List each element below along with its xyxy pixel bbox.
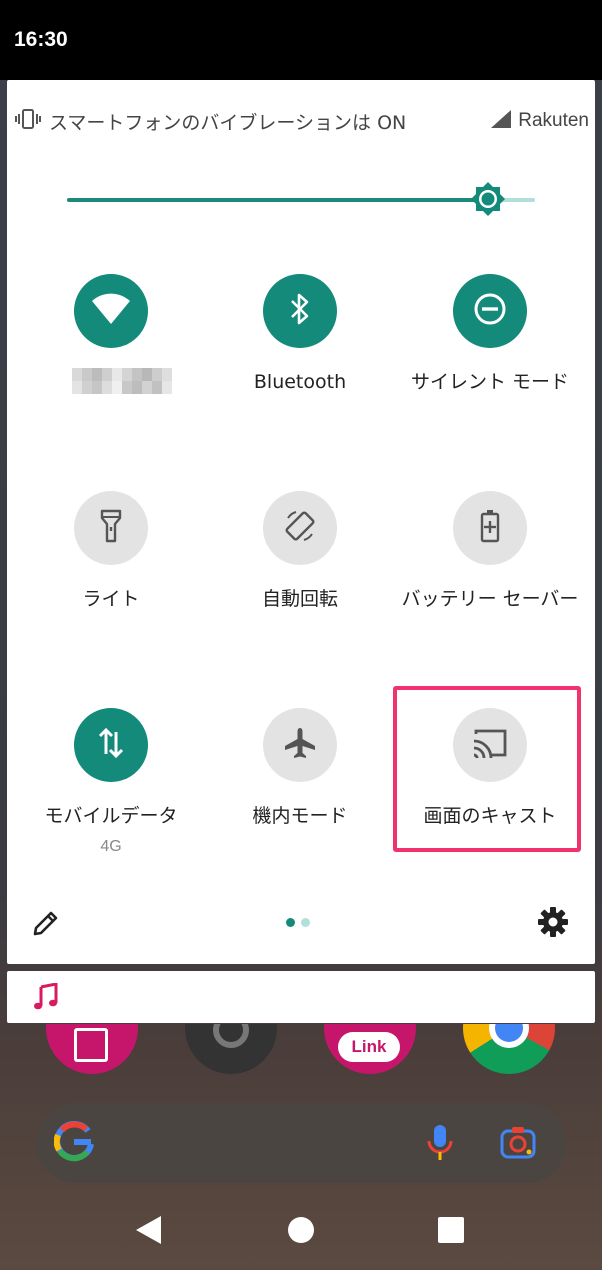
do-not-disturb-icon	[472, 291, 508, 331]
tile-flashlight[interactable]: ライト	[16, 491, 206, 671]
mobile-data-button[interactable]	[74, 708, 148, 782]
tile-label: 機内モード	[252, 805, 348, 827]
tile-airplane-mode[interactable]: 機内モード	[205, 708, 395, 888]
battery-saver-button[interactable]	[453, 491, 527, 565]
mobile-data-icon	[96, 726, 126, 764]
tile-silent-mode[interactable]: サイレント モード	[395, 274, 585, 454]
vibration-status-text: スマートフォンのバイブレーションは ON	[49, 111, 407, 134]
vibrate-icon	[15, 108, 41, 134]
carrier-status: Rakuten	[490, 108, 589, 134]
tile-auto-rotate[interactable]: 自動回転	[205, 491, 395, 671]
airplane-icon	[282, 725, 318, 765]
tile-label: Bluetooth	[253, 371, 347, 393]
home-icon	[281, 1217, 321, 1254]
bluetooth-icon	[289, 292, 311, 330]
tile-bluetooth[interactable]: Bluetooth	[205, 274, 395, 454]
silent-mode-button[interactable]	[453, 274, 527, 348]
recents-icon	[431, 1217, 471, 1254]
flashlight-button[interactable]	[74, 491, 148, 565]
camera-app-icon[interactable]	[185, 1024, 277, 1074]
link-app-label: Link	[338, 1032, 400, 1062]
auto-rotate-button[interactable]	[263, 491, 337, 565]
wifi-icon	[91, 292, 131, 330]
carrier-name: Rakuten	[518, 110, 589, 131]
navigation-bar	[0, 1190, 602, 1270]
page-dot-active	[286, 918, 295, 927]
signal-icon	[490, 109, 512, 133]
vibration-status[interactable]: スマートフォンのバイブレーションは ON	[15, 108, 406, 134]
mic-icon[interactable]	[426, 1123, 454, 1167]
tile-wifi[interactable]	[16, 274, 206, 454]
wifi-network-name-redacted	[72, 368, 172, 394]
lens-camera-icon[interactable]	[500, 1125, 536, 1163]
music-note-icon	[33, 982, 59, 1015]
page-dot	[301, 918, 310, 927]
airplane-mode-button[interactable]	[263, 708, 337, 782]
battery-saver-icon	[479, 509, 501, 547]
home-app-row: Link	[0, 1024, 602, 1074]
chrome-app-icon[interactable]	[463, 1024, 555, 1074]
recents-button[interactable]	[431, 1210, 471, 1250]
tile-label: バッテリー セーバー	[401, 588, 579, 610]
wifi-button[interactable]	[74, 274, 148, 348]
tile-label: ライト	[82, 588, 140, 610]
tile-mobile-data[interactable]: モバイルデータ 4G	[16, 708, 206, 888]
tile-label: 自動回転	[261, 588, 338, 610]
brightness-thumb[interactable]	[470, 181, 506, 217]
media-notification[interactable]	[7, 971, 595, 1023]
google-g-icon	[53, 1121, 94, 1167]
tile-label: サイレント モード	[410, 371, 570, 393]
edit-button[interactable]	[31, 908, 61, 938]
tile-battery-saver[interactable]: バッテリー セーバー	[395, 491, 585, 671]
google-search-bar[interactable]	[36, 1103, 566, 1183]
flashlight-icon	[100, 509, 122, 547]
settings-button[interactable]	[537, 906, 569, 938]
quick-settings-panel: スマートフォンのバイブレーションは ON Rakuten Bluetooth サ…	[7, 80, 595, 964]
tile-label: モバイルデータ	[44, 805, 178, 827]
bluetooth-button[interactable]	[263, 274, 337, 348]
status-bar: 16:30	[0, 0, 602, 80]
page-indicator	[286, 918, 310, 927]
edit-pencil-icon	[31, 911, 61, 942]
highlight-box	[393, 686, 581, 852]
tile-sublabel: 4G	[100, 838, 122, 855]
auto-rotate-icon	[282, 508, 318, 548]
settings-gear-icon	[537, 907, 569, 942]
home-button[interactable]	[281, 1210, 321, 1250]
rakuten-link-app-icon[interactable]: Link	[324, 1024, 416, 1074]
brightness-track-fill	[67, 198, 488, 202]
back-icon	[130, 1216, 170, 1254]
back-button[interactable]	[130, 1210, 170, 1250]
rakuten-app-icon[interactable]	[46, 1024, 138, 1074]
status-clock: 16:30	[14, 28, 68, 51]
brightness-slider[interactable]	[67, 181, 535, 217]
